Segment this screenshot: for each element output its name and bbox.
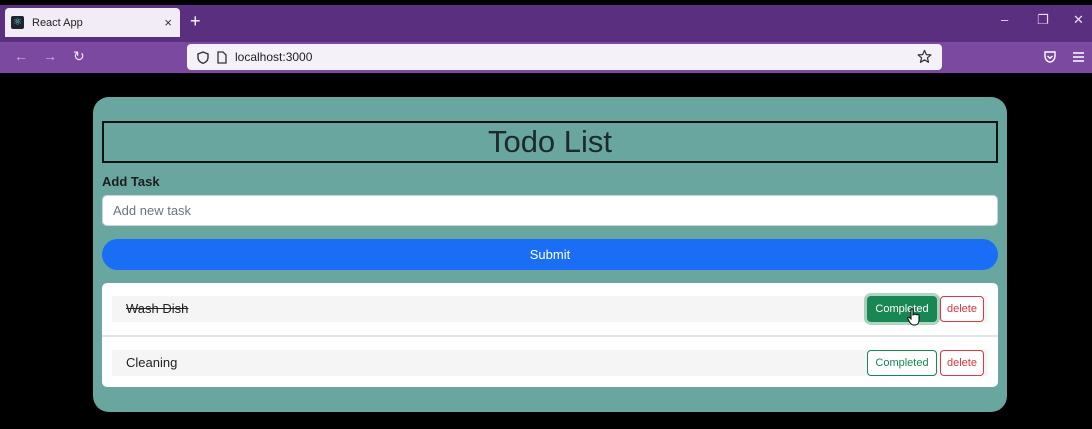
delete-button[interactable]: delete xyxy=(940,296,984,322)
complete-button[interactable]: Completed xyxy=(867,350,937,376)
task-row: Cleaning Completed delete xyxy=(102,335,998,387)
task-item: Wash Dish xyxy=(112,296,988,322)
task-list: Wash Dish Completed delete Cleaning Comp… xyxy=(102,283,998,387)
page-title: Todo List xyxy=(487,124,613,159)
menu-icon[interactable] xyxy=(1072,51,1085,63)
back-icon[interactable]: ← xyxy=(14,49,28,63)
browser-tab[interactable]: ⚛ React App × xyxy=(5,8,180,37)
react-icon: ⚛ xyxy=(11,16,24,29)
bookmark-star-icon[interactable] xyxy=(917,49,932,64)
complete-button[interactable]: Completed xyxy=(867,296,937,322)
restore-icon[interactable]: ❐ xyxy=(1037,13,1049,26)
hand-cursor-icon xyxy=(907,308,920,326)
task-text: Cleaning xyxy=(126,355,178,370)
pocket-icon[interactable] xyxy=(1043,50,1057,64)
add-task-input[interactable] xyxy=(102,195,998,226)
delete-button[interactable]: delete xyxy=(940,350,984,376)
add-task-label: Add Task xyxy=(102,174,160,189)
page-icon xyxy=(217,50,227,64)
tab-close-icon[interactable]: × xyxy=(164,15,172,30)
title-box: Todo List xyxy=(102,121,998,163)
minimize-icon[interactable]: – xyxy=(1001,13,1008,26)
shield-icon xyxy=(197,50,209,64)
todo-card: Todo List Add Task Submit Wash Dish Comp… xyxy=(93,97,1007,412)
tab-title: React App xyxy=(32,16,83,29)
task-text: Wash Dish xyxy=(126,301,189,316)
new-tab-icon[interactable]: + xyxy=(190,12,201,30)
task-row: Wash Dish Completed delete xyxy=(102,283,998,335)
submit-button[interactable]: Submit xyxy=(102,239,998,270)
forward-icon[interactable]: → xyxy=(43,49,57,63)
address-bar[interactable]: localhost:3000 xyxy=(187,44,942,70)
reload-icon[interactable]: ↻ xyxy=(73,49,85,63)
task-item: Cleaning xyxy=(112,350,988,376)
screen-top-edge xyxy=(0,0,1092,5)
close-window-icon[interactable]: ✕ xyxy=(1073,13,1084,26)
url-text: localhost:3000 xyxy=(235,50,313,64)
